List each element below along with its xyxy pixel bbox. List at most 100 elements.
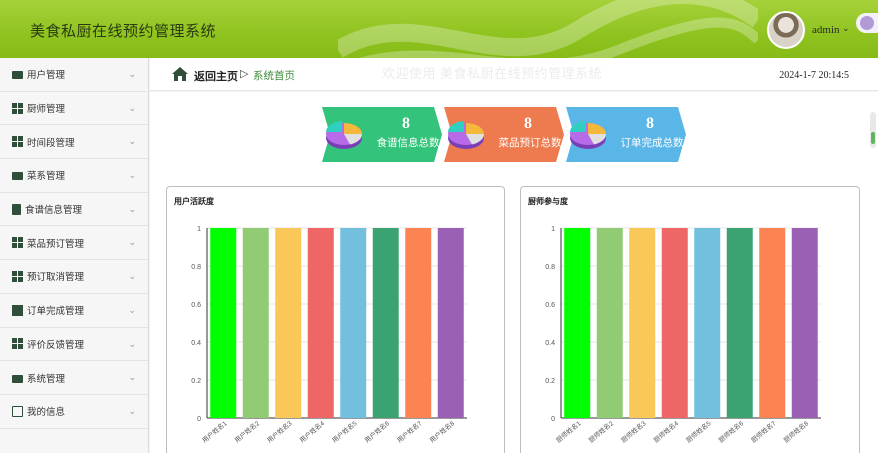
chevron-down-icon: ⌄ — [128, 203, 136, 214]
sidebar-item-label: 系统管理 — [27, 373, 66, 385]
y-tick-label: 0.4 — [191, 340, 201, 347]
x-tick-label: 用户姓名6 — [363, 418, 392, 444]
sidebar-item-label: 我的信息 — [27, 407, 66, 419]
y-tick-label: 0.8 — [545, 264, 555, 271]
sidebar-item-feedback[interactable]: 评价反馈管理 ⌄ — [0, 328, 148, 362]
x-tick-label: 用户姓名2 — [233, 418, 262, 444]
bar — [242, 228, 269, 418]
x-tick-label: 厨师姓名4 — [652, 418, 681, 444]
chevron-down-icon: ⌄ — [128, 136, 136, 147]
bar — [629, 228, 656, 418]
chevron-down-icon: ⌄ — [128, 405, 136, 416]
breadcrumb: 返回主页 ▷ 系统首页 欢迎使用 美食私厨在线预约管理系统 2024-1-7 2… — [150, 58, 878, 91]
sidebar-item-label: 时间段管理 — [27, 137, 75, 149]
x-tick-label: 厨师姓名8 — [782, 418, 811, 444]
pie-chart-icon — [569, 121, 607, 149]
pin-icon — [12, 374, 23, 383]
bar — [661, 228, 688, 418]
sidebar-item-user[interactable]: 用户管理 ⌄ — [0, 58, 148, 92]
chevron-down-icon: ⌄ — [128, 304, 136, 315]
bar — [791, 228, 818, 418]
bar — [564, 228, 591, 418]
pie-chart-icon — [325, 121, 363, 149]
x-tick-label: 用户姓名5 — [330, 418, 359, 444]
sidebar-item-booking[interactable]: 菜品预订管理 ⌄ — [0, 226, 148, 261]
y-tick-label: 0.8 — [191, 264, 201, 271]
app-title: 美食私厨在线预约管理系统 — [30, 23, 217, 40]
breadcrumb-current[interactable]: 系统首页 — [253, 68, 295, 83]
bar — [759, 228, 786, 418]
bar — [405, 228, 432, 418]
sidebar-item-label: 预订取消管理 — [27, 272, 85, 284]
sidebar-item-chef[interactable]: 厨师管理 ⌄ — [0, 92, 148, 126]
sidebar-item-cuisine[interactable]: 菜系管理 ⌄ — [0, 159, 148, 193]
sidebar-item-cancel[interactable]: 预订取消管理 ⌄ — [0, 260, 148, 294]
vertical-scrollbar[interactable] — [870, 112, 876, 148]
y-tick-label: 0.2 — [191, 378, 201, 385]
bar — [372, 228, 399, 418]
stat-value: 8 — [524, 115, 532, 132]
stat-label: 食谱信息总数 — [376, 137, 440, 149]
stat-label: 订单完成总数 — [620, 137, 684, 149]
x-tick-label: 用户姓名3 — [265, 418, 294, 444]
y-tick-label: 0.6 — [191, 302, 201, 309]
x-tick-label: 厨师姓名2 — [587, 418, 616, 444]
sidebar: 用户管理 ⌄ 厨师管理 ⌄ 时间段管理 ⌄ 菜系管理 ⌄ 食谱信息管理 ⌄ 菜品预订管理 ⌄… — [0, 58, 149, 453]
y-tick-label: 1 — [197, 226, 201, 233]
x-tick-label: 用户姓名7 — [395, 418, 424, 444]
sidebar-item-recipe[interactable]: 食谱信息管理 ⌄ — [0, 193, 148, 227]
user-name[interactable]: admin — [812, 24, 840, 36]
x-tick-label: 厨师姓名3 — [619, 418, 648, 444]
x-tick-label: 厨师姓名6 — [717, 418, 746, 444]
y-tick-label: 0 — [551, 416, 555, 423]
theme-toggle[interactable] — [856, 13, 878, 33]
user-menu-caret-icon[interactable]: ⌄ — [842, 23, 850, 34]
user-avatar[interactable] — [767, 11, 805, 49]
sidebar-item-order-complete[interactable]: 订单完成管理 ⌄ — [0, 294, 148, 328]
y-tick-label: 1 — [551, 226, 555, 233]
back-home-link[interactable]: 返回主页 — [194, 68, 238, 84]
chevron-down-icon: ⌄ — [128, 170, 136, 181]
y-tick-label: 0.4 — [545, 340, 555, 347]
sidebar-item-timeslot[interactable]: 时间段管理 ⌄ — [0, 125, 148, 160]
stat-value: 8 — [646, 115, 654, 132]
welcome-marquee: 欢迎使用 美食私厨在线预约管理系统 — [382, 66, 603, 81]
clipboard-icon — [12, 203, 21, 215]
sidebar-item-system[interactable]: 系统管理 ⌄ — [0, 361, 148, 395]
scrollbar-thumb[interactable] — [871, 132, 875, 144]
stat-card-completed: 8 订单完成总数 — [566, 107, 686, 162]
toggle-knob — [860, 16, 874, 30]
chevron-down-icon: ⌄ — [128, 237, 136, 248]
bar — [307, 228, 334, 418]
sidebar-item-label: 厨师管理 — [27, 104, 66, 116]
monitor-icon — [12, 172, 23, 181]
stat-card-recipes: 8 食谱信息总数 — [322, 107, 442, 162]
bar — [596, 228, 623, 418]
grid-icon — [12, 136, 23, 148]
calendar-icon — [12, 405, 23, 417]
x-tick-label: 用户姓名8 — [428, 418, 457, 444]
chevron-down-icon: ⌄ — [128, 69, 136, 79]
header-wave-decoration — [338, 0, 758, 58]
x-tick-label: 用户姓名4 — [298, 418, 327, 444]
top-header: 美食私厨在线预约管理系统 admin ⌄ — [0, 0, 878, 58]
home-icon[interactable] — [172, 67, 188, 81]
bar — [210, 228, 237, 418]
chart-card-user-activity: 用户活跃度 0 0.2 0.4 0.6 0.8 1 用户姓名1 用户姓名2 用户姓名3 用户姓名4… — [166, 186, 505, 453]
bar — [437, 228, 464, 418]
sidebar-item-label: 食谱信息管理 — [25, 205, 83, 217]
book-icon — [12, 304, 23, 316]
sidebar-item-label: 菜系管理 — [27, 171, 66, 183]
sidebar-item-label: 用户管理 — [27, 70, 66, 82]
x-tick-label: 厨师姓名5 — [684, 418, 713, 444]
grid-icon — [12, 338, 23, 350]
pie-chart-icon — [447, 121, 485, 149]
y-tick-label: 0.6 — [545, 302, 555, 309]
chevron-down-icon: ⌄ — [128, 102, 136, 113]
breadcrumb-separator-icon: ▷ — [240, 68, 249, 80]
y-tick-label: 0 — [197, 416, 201, 423]
sidebar-item-label: 订单完成管理 — [27, 306, 85, 318]
chevron-down-icon: ⌄ — [128, 372, 136, 383]
bar — [726, 228, 753, 418]
sidebar-item-my-info[interactable]: 我的信息 ⌄ — [0, 395, 148, 429]
